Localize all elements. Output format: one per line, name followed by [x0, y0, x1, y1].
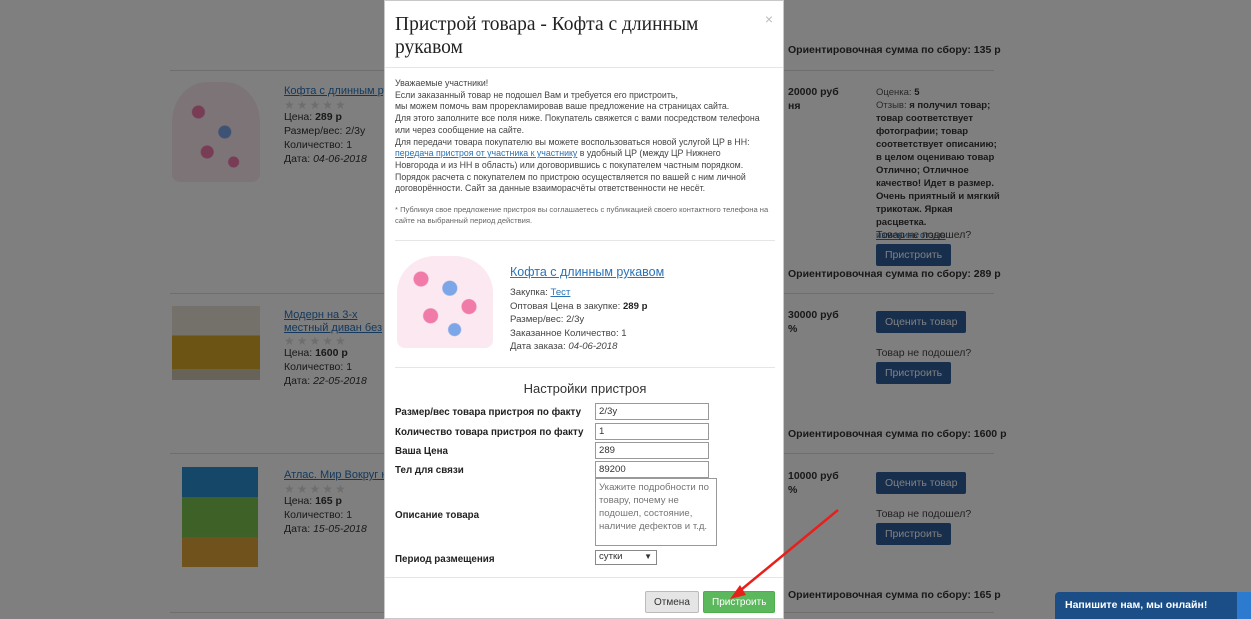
purchase-link[interactable]: Тест	[551, 287, 571, 298]
chevron-down-icon: ▼	[644, 552, 652, 561]
product-details: Закупка: Тест Оптовая Цена в закупке: 28…	[510, 287, 648, 353]
divider	[395, 367, 775, 368]
consent-note: * Публикуя свое предложение пристроя вы …	[395, 205, 769, 225]
resell-modal: Пристрой товара - Кофта с длинным рукаво…	[384, 0, 784, 619]
qty-input[interactable]	[595, 423, 709, 440]
price-label: Ваша Цена	[395, 446, 448, 457]
qty-label: Количество товара пристроя по факту	[395, 427, 584, 438]
size-input[interactable]	[595, 403, 709, 420]
description-label: Описание товара	[395, 510, 480, 521]
product-name-link[interactable]: Кофта с длинным рукавом	[510, 265, 664, 279]
period-select[interactable]: сутки ▼	[595, 550, 657, 565]
transfer-service-link[interactable]: передача пристроя от участника к участни…	[395, 148, 577, 158]
resell-submit-button[interactable]: Пристроить	[703, 591, 776, 613]
chat-tab[interactable]	[1237, 592, 1251, 619]
period-label: Период размещения	[395, 554, 495, 565]
price-input[interactable]	[595, 442, 709, 459]
divider	[385, 67, 783, 68]
phone-input[interactable]	[595, 461, 709, 478]
chat-widget[interactable]: Напишите нам, мы онлайн!	[1055, 592, 1251, 619]
modal-title: Пристрой товара - Кофта с длинным рукаво…	[395, 14, 699, 58]
product-image	[397, 256, 493, 348]
divider	[385, 577, 783, 578]
close-icon[interactable]: ×	[765, 11, 773, 27]
intro-text: Уважаемые участники! Если заказанный тов…	[395, 78, 760, 194]
size-label: Размер/вес товара пристроя по факту	[395, 407, 582, 418]
phone-label: Тел для связи	[395, 465, 464, 476]
description-textarea[interactable]	[595, 478, 717, 546]
divider	[395, 240, 775, 241]
settings-title: Настройки пристроя	[523, 381, 647, 396]
cancel-button[interactable]: Отмена	[645, 591, 699, 613]
